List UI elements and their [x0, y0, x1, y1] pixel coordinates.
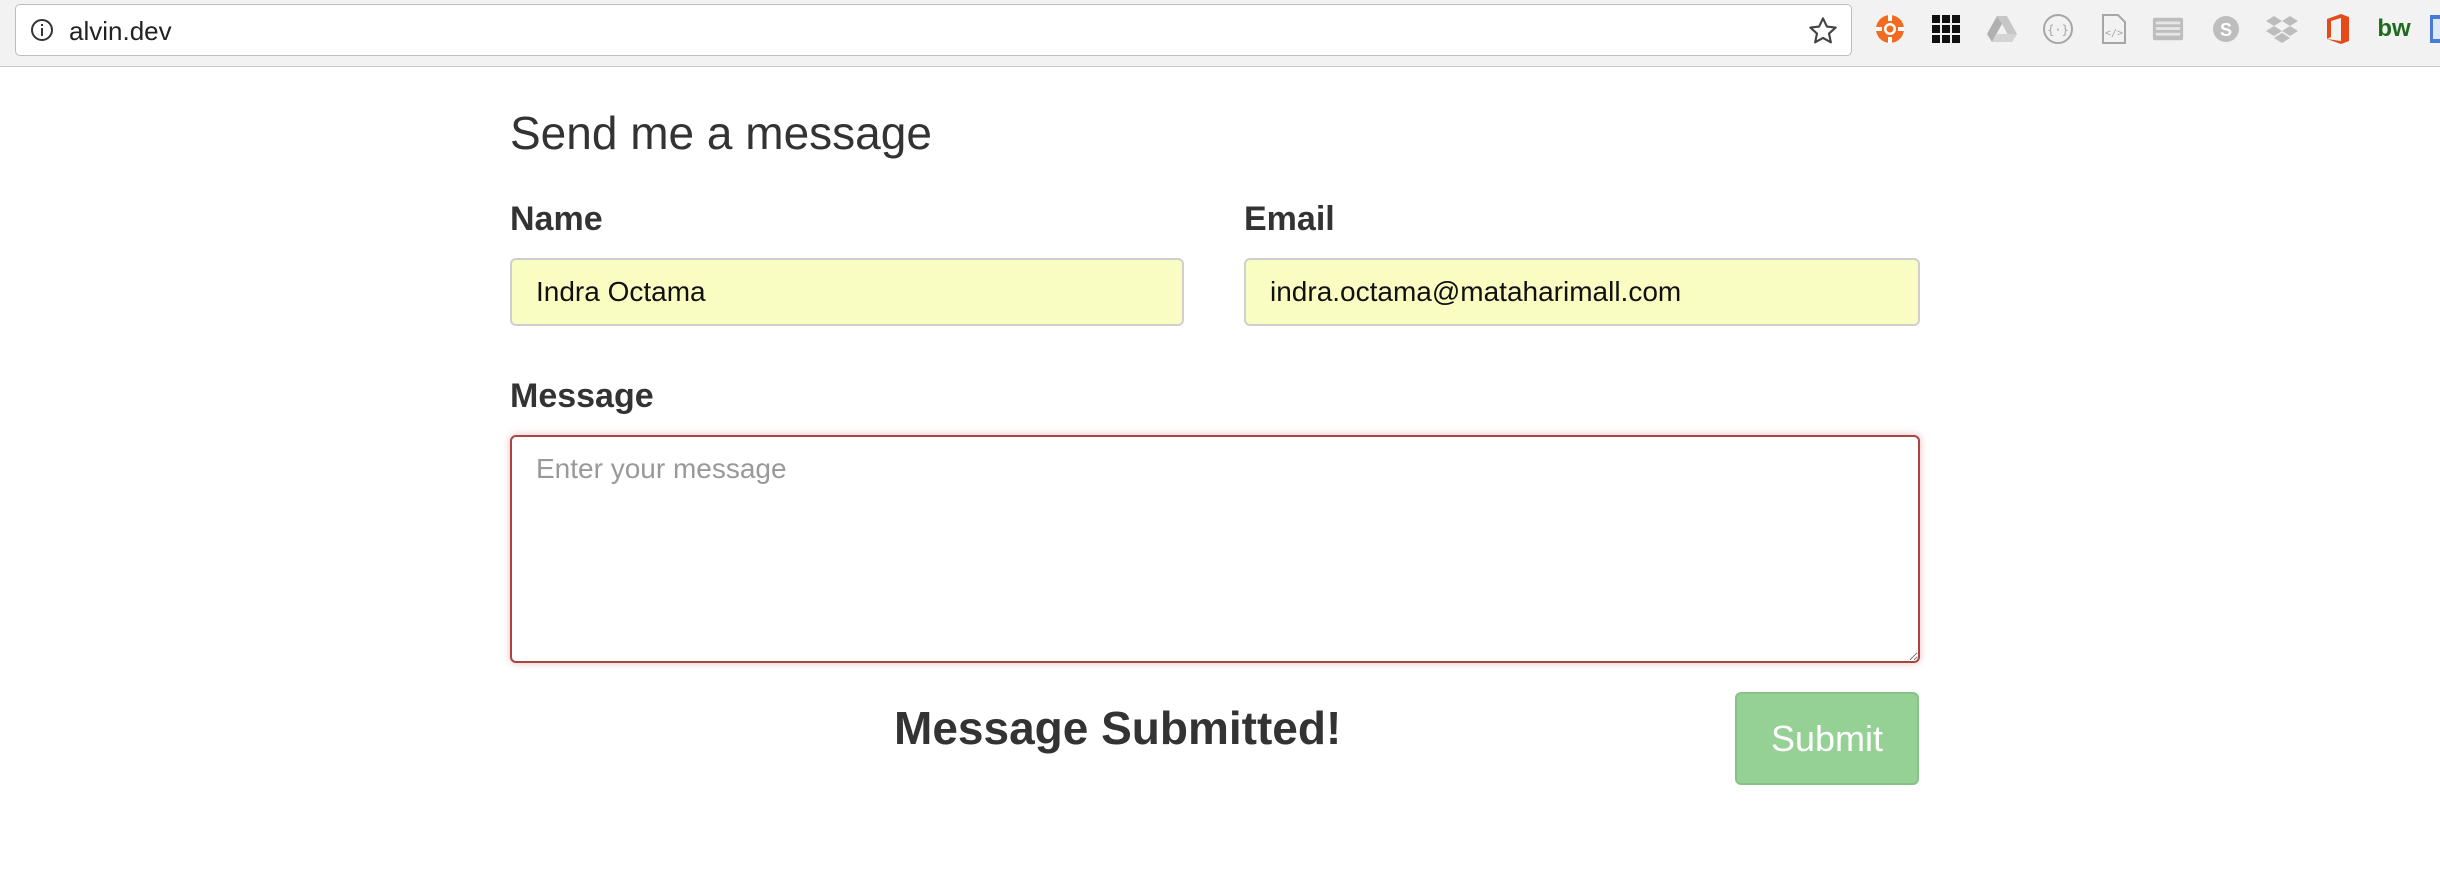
skype-icon[interactable]: S [2210, 13, 2242, 45]
code-file-icon[interactable]: </> [2098, 13, 2130, 45]
bookmark-star-icon[interactable] [1807, 15, 1839, 47]
code-braces-icon[interactable]: {·} [2042, 13, 2074, 45]
url-text[interactable]: alvin.dev [69, 16, 172, 46]
browser-toolbar: alvin.dev {·} </> S bw [0, 0, 2440, 67]
bw-icon[interactable]: bw [2374, 13, 2414, 45]
lifebuoy-icon[interactable] [1874, 13, 1906, 45]
office-icon[interactable] [2322, 13, 2354, 45]
address-bar[interactable]: alvin.dev [15, 4, 1852, 56]
message-textarea[interactable] [510, 435, 1920, 663]
name-label: Name [510, 200, 603, 238]
dropbox-icon[interactable] [2266, 13, 2298, 45]
grid-icon[interactable] [1930, 13, 1962, 45]
drive-icon[interactable] [1986, 13, 2018, 45]
email-label: Email [1244, 200, 1335, 238]
keyboard-icon[interactable] [2152, 13, 2184, 45]
name-input[interactable] [510, 258, 1184, 326]
svg-text:{·}: {·} [2047, 23, 2069, 37]
page-title: Send me a message [510, 107, 932, 159]
email-input[interactable] [1244, 258, 1920, 326]
info-icon[interactable] [30, 18, 54, 42]
message-label: Message [510, 377, 654, 415]
submission-status: Message Submitted! [894, 702, 1342, 754]
svg-text:S: S [2220, 20, 2232, 40]
svg-text:</>: </> [2105, 28, 2123, 39]
submit-button[interactable]: Submit [1735, 692, 1919, 785]
partial-extension-icon[interactable] [2430, 13, 2440, 45]
